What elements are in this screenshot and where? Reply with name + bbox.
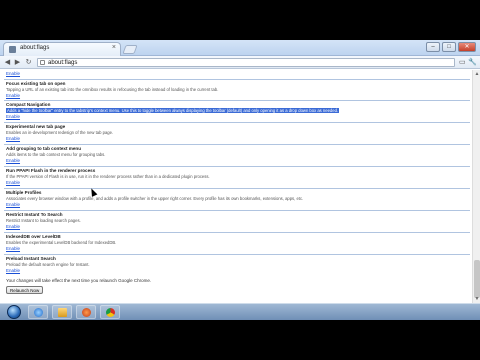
internet-explorer-icon [34, 308, 43, 317]
experiment-multiple-profiles: Multiple Profiles Associates every brows… [4, 188, 470, 208]
chrome-icon [106, 308, 115, 317]
experiment-name: Compact Navigation [6, 102, 51, 107]
folder-icon [58, 308, 67, 317]
experiment-compact-navigation: Compact Navigation Adds a "hide the tool… [4, 100, 470, 120]
browser-toolbar: ◀ ▶ ↻ about:flags ▭ 🔧 [0, 56, 480, 69]
experiment-tab-grouping: Add grouping to tab context menu Adds it… [4, 144, 470, 164]
experiment-name: Restrict Instant To Search [6, 212, 63, 217]
relaunch-notice: Your changes will take effect the next t… [6, 278, 152, 283]
scroll-down-arrow-icon[interactable]: ▼ [474, 296, 480, 302]
experiment-indexeddb-leveldb: IndexedDB over LevelDB Enables the exper… [4, 232, 470, 252]
page-favicon-icon [9, 46, 16, 53]
address-bar-url[interactable]: about:flags [48, 59, 77, 67]
tab-title: about:flags [20, 45, 50, 51]
enable-link[interactable]: Enable [6, 136, 20, 141]
tab-close-icon[interactable]: × [112, 44, 116, 51]
wrench-icon[interactable]: 🔧 [468, 58, 477, 66]
experiment-description: Tapping a URL of an existing tab into th… [6, 87, 219, 92]
back-arrow-icon[interactable]: ◀ [3, 58, 12, 67]
close-button[interactable]: ✕ [458, 42, 476, 52]
experiment-name: Run PPAPI Flash in the renderer process [6, 168, 96, 173]
flags-page: Enable Focus existing tab on open Tappin… [0, 70, 472, 303]
page-icon [40, 60, 45, 65]
video-letterbox-top [0, 0, 480, 40]
vertical-scrollbar[interactable]: ▲ ▼ [472, 70, 480, 303]
enable-link[interactable]: Enable [6, 114, 20, 119]
scroll-thumb[interactable] [474, 260, 480, 298]
page-menu-icon[interactable]: ▭ [459, 58, 466, 66]
experiment-name: IndexedDB over LevelDB [6, 234, 61, 239]
enable-link[interactable]: Enable [6, 202, 20, 207]
enable-link[interactable]: Enable [6, 180, 20, 185]
taskbar-media-player[interactable] [76, 305, 96, 319]
experiment-new-tab-page: Experimental new tab page Enables an in-… [4, 122, 470, 142]
reload-icon[interactable]: ↻ [24, 58, 33, 67]
experiment-name: Preload Instant Search [6, 256, 56, 261]
forward-arrow-icon[interactable]: ▶ [13, 58, 22, 67]
experiment-focus-existing-tab: Focus existing tab on open Tapping a URL… [4, 79, 470, 99]
experiment-name: Focus existing tab on open [6, 81, 66, 86]
experiment-name: Add grouping to tab context menu [6, 146, 82, 151]
maximize-button[interactable]: □ [442, 42, 456, 52]
experiment-description: Enables the experimental LevelDB backend… [6, 240, 117, 245]
enable-link-previous[interactable]: Enable [6, 71, 20, 76]
experiment-preload-instant: Preload Instant Search Preload the defau… [4, 254, 470, 275]
new-tab-button[interactable] [122, 45, 138, 54]
taskbar-internet-explorer[interactable] [28, 305, 48, 319]
experiment-restrict-instant: Restrict Instant To Search Restrict Inst… [4, 210, 470, 230]
browser-window: about:flags × – □ ✕ ◀ ▶ ↻ about:flags ▭ … [0, 40, 480, 303]
enable-link[interactable]: Enable [6, 224, 20, 229]
experiment-ppapi-flash: Run PPAPI Flash in the renderer process … [4, 166, 470, 186]
taskbar-folder[interactable] [52, 305, 72, 319]
relaunch-now-button[interactable]: Relaunch Now [6, 286, 44, 294]
experiment-description: Associates every browser window with a p… [6, 196, 304, 201]
experiment-description: Restrict Instant to loading search pages… [6, 218, 81, 223]
experiment-description: Preload the default search engine for In… [6, 262, 90, 267]
enable-link[interactable]: Enable [6, 158, 20, 163]
enable-link[interactable]: Enable [6, 93, 20, 98]
experiment-name: Experimental new tab page [6, 124, 66, 129]
enable-link[interactable]: Enable [6, 268, 20, 273]
minimize-button[interactable]: – [426, 42, 440, 52]
video-letterbox-bottom [0, 320, 480, 360]
media-player-icon [82, 308, 91, 317]
experiment-name: Multiple Profiles [6, 190, 42, 195]
window-controls: – □ ✕ [426, 42, 476, 52]
enable-link[interactable]: Enable [6, 246, 20, 251]
experiment-description: If the PPAPI version of Flash is in use,… [6, 174, 210, 179]
experiment-description: Adds items to the tab context menu for g… [6, 152, 106, 157]
taskbar-chrome[interactable] [100, 305, 120, 319]
title-bar: about:flags × – □ ✕ [0, 40, 480, 56]
windows-taskbar [0, 303, 480, 320]
tab-about-flags[interactable]: about:flags × [3, 42, 121, 56]
experiment-description-selected: Adds a "hide the toolbar" entry to the t… [6, 108, 340, 113]
start-button-icon[interactable] [7, 305, 21, 319]
address-bar[interactable]: about:flags [37, 58, 455, 67]
experiment-description: Enables an in-development redesign of th… [6, 130, 114, 135]
scroll-up-arrow-icon[interactable]: ▲ [474, 71, 480, 77]
